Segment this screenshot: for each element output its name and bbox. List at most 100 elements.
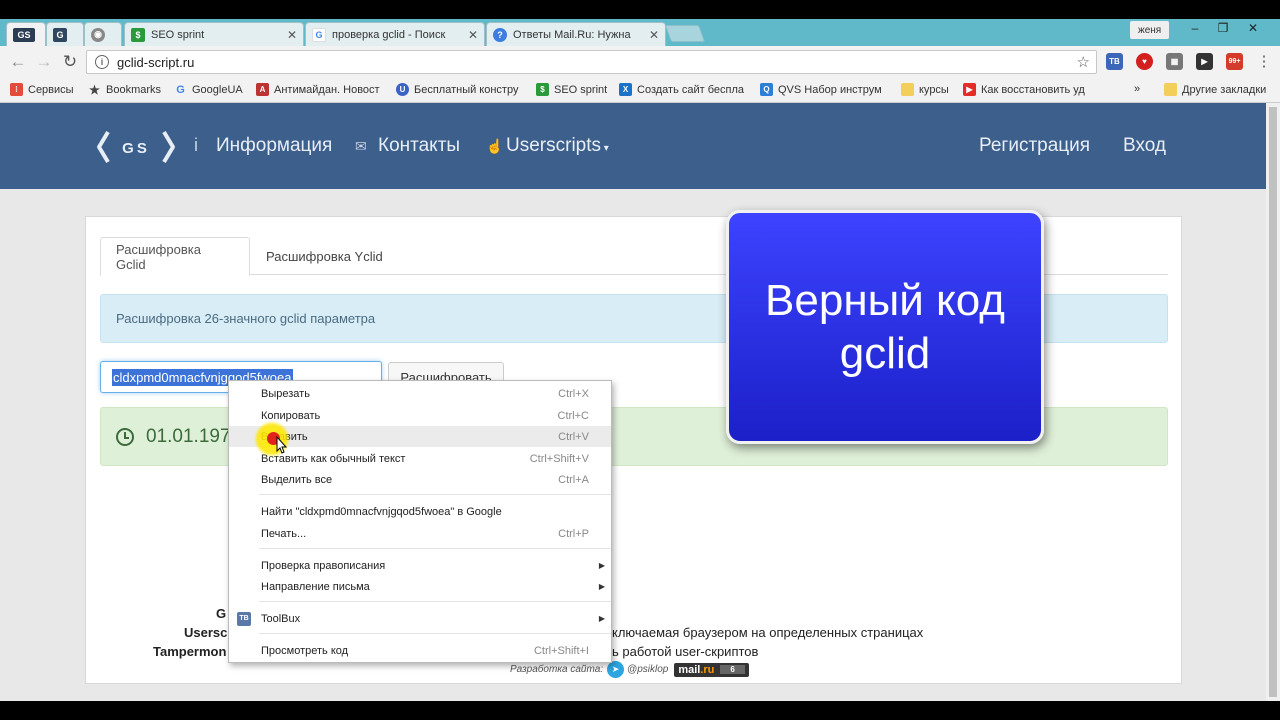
ctx-shortcut: Ctrl+P xyxy=(558,527,589,540)
tab-gs-active[interactable]: GS xyxy=(6,22,46,46)
ctx-select-all[interactable]: Выделить все Ctrl+A xyxy=(229,469,611,490)
telegram-icon[interactable]: ➤ xyxy=(607,661,625,678)
ctx-shortcut: Ctrl+X xyxy=(558,387,589,400)
info-icon: i xyxy=(194,135,198,155)
ctx-inspect[interactable]: Просмотреть код Ctrl+Shift+I xyxy=(229,640,611,661)
new-tab-button[interactable] xyxy=(664,25,706,42)
tab-yclid[interactable]: Расшифровка Yclid xyxy=(251,237,401,276)
tab-gclid[interactable]: Расшифровка Gclid xyxy=(100,237,250,276)
menu-icon[interactable]: ⋮ xyxy=(1254,52,1274,70)
info-icon[interactable]: i xyxy=(95,55,109,69)
bookmark-label: Другие закладки xyxy=(1182,83,1267,96)
scrollbar-thumb[interactable] xyxy=(1269,107,1277,697)
x-icon: X xyxy=(619,83,632,96)
bookmark-courses[interactable]: курсы xyxy=(901,83,949,96)
bookmark-restore[interactable]: ▶ Как восстановить уд xyxy=(963,83,1091,96)
ctx-toolbux[interactable]: TB ToolBux ▶ xyxy=(229,608,611,629)
seo-sprint-icon: $ xyxy=(131,27,145,42)
hand-pointer-icon: ☝ xyxy=(486,138,504,154)
close-icon[interactable]: ✕ xyxy=(468,28,478,42)
ext-icon[interactable]: ▦ xyxy=(1166,53,1183,70)
tab-seo-sprint[interactable]: $ SEO sprint ✕ xyxy=(124,22,304,46)
faq-row-gclid: G xyxy=(216,606,226,621)
ctx-writing-direction[interactable]: Направление письма ▶ xyxy=(229,576,611,597)
minimize-icon[interactable]: – xyxy=(1182,21,1208,35)
ctx-separator xyxy=(259,494,611,495)
page-viewport: GS i Информация ✉ Контакты ☝ Userscripts… xyxy=(0,103,1266,701)
google-g-icon: G xyxy=(176,83,185,96)
ext-dark-icon[interactable]: ▶ xyxy=(1196,53,1213,70)
ctx-label: Просмотреть код xyxy=(261,644,349,657)
bookmark-bookmarks[interactable]: ★ Bookmarks xyxy=(88,83,161,96)
mail-tld: .ru xyxy=(700,663,715,676)
credit-handle[interactable]: @psiklop xyxy=(627,664,668,675)
nav-contacts[interactable]: Контакты xyxy=(378,135,460,157)
ctx-cut[interactable]: Вырезать Ctrl+X xyxy=(229,383,611,404)
site-logo[interactable]: GS xyxy=(96,129,176,170)
logo-text: GS xyxy=(122,140,150,157)
ctx-shortcut: Ctrl+A xyxy=(558,473,589,486)
bookmark-antimaidan[interactable]: A Антимайдан. Новост xyxy=(256,83,384,96)
toolbux-ext-icon[interactable]: TB xyxy=(1106,53,1123,70)
nav-userscripts[interactable]: Userscripts ▾ xyxy=(506,135,609,157)
nav-register[interactable]: Регистрация xyxy=(979,135,1090,157)
ext-badge: 99+ xyxy=(1228,58,1241,65)
bookmark-qvs[interactable]: Q QVS Набор инструм xyxy=(760,83,888,96)
u-icon: U xyxy=(396,83,409,96)
browser-chrome: GS G ◉ $ SEO sprint ✕ G проверка gclid -… xyxy=(0,19,1280,103)
ctx-print[interactable]: Печать... Ctrl+P xyxy=(229,523,611,544)
notification-ext-icon[interactable]: 99+ xyxy=(1226,53,1243,70)
heart-ext-icon[interactable]: ♥ xyxy=(1136,53,1153,70)
nav-login[interactable]: Вход xyxy=(1123,135,1166,157)
mail-ru-counter[interactable]: mail .ru 6 xyxy=(674,662,749,677)
other-bookmarks-folder[interactable]: Другие закладки xyxy=(1164,83,1266,96)
gs-square-icon: G xyxy=(53,27,67,42)
page-scrollbar[interactable] xyxy=(1266,103,1280,701)
ctx-label: Направление письма xyxy=(261,580,370,593)
ctx-copy[interactable]: Копировать Ctrl+C xyxy=(229,405,611,426)
nav-info[interactable]: Информация xyxy=(216,135,332,157)
more-bookmarks-button[interactable]: » xyxy=(1134,83,1140,95)
back-icon[interactable]: ← xyxy=(8,52,28,72)
bookmark-star-icon[interactable]: ☆ xyxy=(1077,53,1090,71)
tab-google-search[interactable]: G проверка gclid - Поиск ✕ xyxy=(305,22,485,46)
close-window-icon[interactable]: ✕ xyxy=(1240,21,1266,35)
tab-mail-answers[interactable]: ? Ответы Mail.Ru: Нужна ✕ xyxy=(486,22,666,46)
forward-icon[interactable]: → xyxy=(34,52,54,72)
bookmark-googleua[interactable]: G GoogleUA xyxy=(174,83,243,96)
ctx-separator xyxy=(259,601,611,602)
bookmark-services[interactable]: ⁞ Сервисы xyxy=(10,83,74,96)
tab-strip: GS G ◉ $ SEO sprint ✕ G проверка gclid -… xyxy=(0,19,1280,46)
eye-icon: ◉ xyxy=(91,27,105,42)
tab-eye[interactable]: ◉ xyxy=(84,22,122,46)
faq-row-userscript: Usersc xyxy=(184,625,227,640)
submenu-arrow-icon: ▶ xyxy=(598,614,605,623)
ctx-label: Найти "cldxpmd0mnacfvnjgqod5fwoea" в Goo… xyxy=(261,505,502,518)
profile-button[interactable]: женя xyxy=(1130,21,1170,39)
submenu-arrow-icon: ▶ xyxy=(598,582,605,591)
ctx-shortcut: Ctrl+C xyxy=(557,409,589,422)
reload-icon[interactable]: ↻ xyxy=(60,52,80,72)
folder-icon xyxy=(1164,83,1177,96)
bookmark-free-constructor[interactable]: U Бесплатный констру xyxy=(396,83,524,96)
youtube-icon: ▶ xyxy=(963,83,976,96)
ctx-shortcut: Ctrl+V xyxy=(558,430,589,443)
close-icon[interactable]: ✕ xyxy=(287,28,297,42)
site-credit: Разработка сайта: ➤ @psiklop mail .ru 6 xyxy=(510,661,749,678)
context-menu: ВырезатьCtrl+X КопироватьCtrl+C Вставить… xyxy=(228,380,612,663)
ctx-search-google[interactable]: Найти "cldxpmd0mnacfvnjgqod5fwoea" в Goo… xyxy=(229,501,611,522)
ctx-label: Выделить все xyxy=(261,473,333,486)
bookmark-label: SEO sprint xyxy=(554,83,608,96)
close-icon[interactable]: ✕ xyxy=(649,28,659,42)
tab-gs[interactable]: G xyxy=(46,22,84,46)
submenu-arrow-icon: ▶ xyxy=(598,561,605,570)
ctx-label: Копировать xyxy=(261,409,321,422)
bookmark-seo-sprint[interactable]: $ SEO sprint xyxy=(536,83,607,96)
address-bar[interactable]: i gclid-script.ru ☆ xyxy=(86,50,1097,74)
bookmark-create-site[interactable]: X Создать сайт беспла xyxy=(619,83,747,96)
seo-sprint-icon: $ xyxy=(536,83,549,96)
bookmark-label: QVS Набор инструм xyxy=(778,83,882,96)
restore-icon[interactable]: ❐ xyxy=(1210,21,1236,35)
ctx-spellcheck[interactable]: Проверка правописания ▶ xyxy=(229,555,611,576)
tab-title: SEO sprint xyxy=(151,28,205,41)
